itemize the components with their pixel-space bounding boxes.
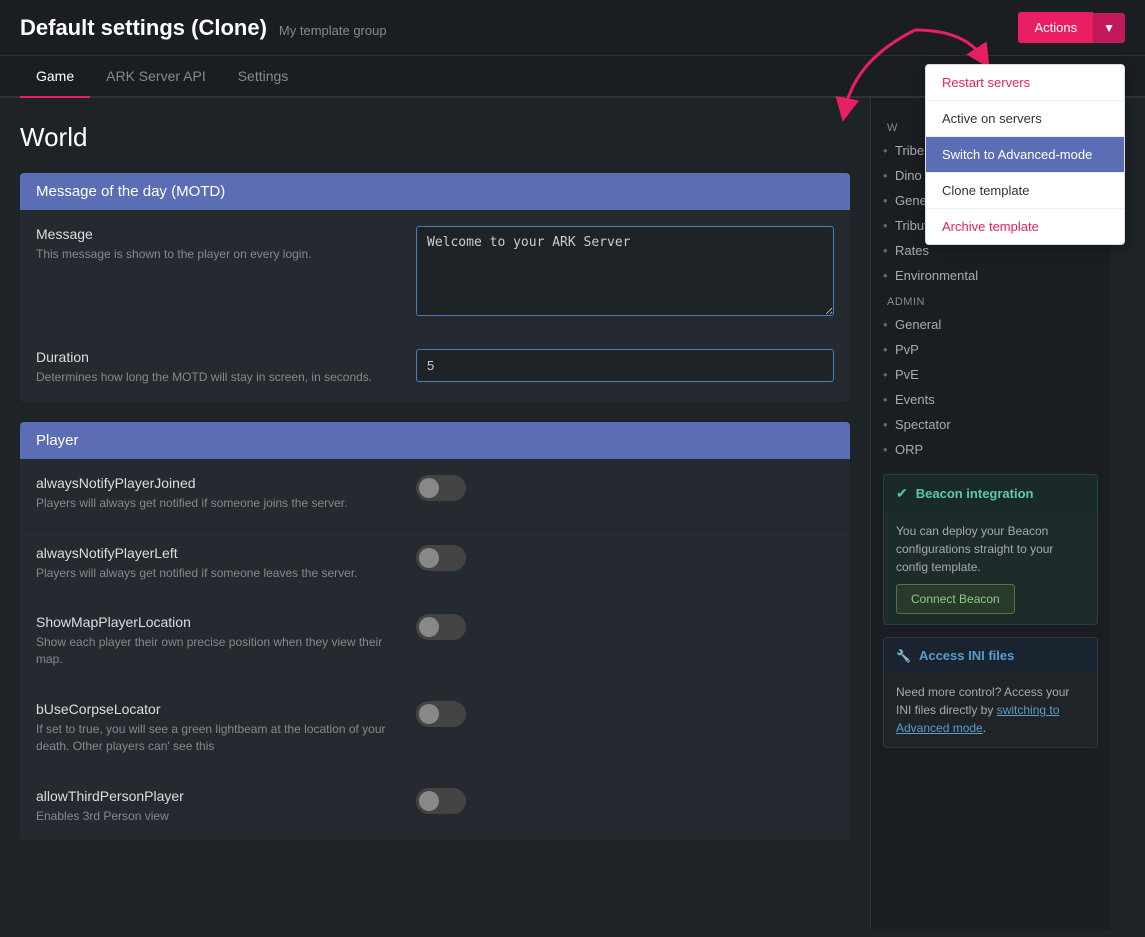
toggle-third-person[interactable] bbox=[416, 788, 466, 814]
field-notify-left-label-col: alwaysNotifyPlayerLeft Players will alwa… bbox=[36, 545, 416, 582]
beacon-card: ✔ Beacon integration You can deploy your… bbox=[883, 474, 1098, 625]
field-corpse-locator: bUseCorpseLocator If set to true, you wi… bbox=[20, 685, 850, 772]
beacon-check-icon: ✔ bbox=[896, 485, 908, 502]
field-third-person: allowThirdPersonPlayer Enables 3rd Perso… bbox=[20, 772, 850, 841]
ini-body-suffix: . bbox=[983, 721, 986, 735]
dropdown-item-restart[interactable]: Restart servers bbox=[926, 65, 1124, 101]
dropdown-menu: Restart servers Active on servers Switch… bbox=[925, 64, 1125, 245]
field-third-person-label: allowThirdPersonPlayer bbox=[36, 788, 396, 804]
field-duration-desc: Determines how long the MOTD will stay i… bbox=[36, 369, 396, 386]
beacon-card-title: Beacon integration bbox=[916, 486, 1034, 501]
field-message-label: Message bbox=[36, 226, 396, 242]
sidebar-item-general-admin[interactable]: General bbox=[871, 312, 1110, 337]
field-show-map-label-col: ShowMapPlayerLocation Show each player t… bbox=[36, 614, 416, 668]
actions-dropdown-arrow[interactable]: ▼ bbox=[1093, 13, 1125, 43]
field-notify-joined-desc: Players will always get notified if some… bbox=[36, 495, 396, 512]
sidebar-admin-section: Admin bbox=[871, 288, 1110, 312]
field-notify-joined: alwaysNotifyPlayerJoined Players will al… bbox=[20, 459, 850, 529]
tab-game[interactable]: Game bbox=[20, 56, 90, 98]
field-third-person-label-col: allowThirdPersonPlayer Enables 3rd Perso… bbox=[36, 788, 416, 825]
field-message-input-col: Welcome to your ARK Server bbox=[416, 226, 834, 316]
actions-button[interactable]: Actions bbox=[1018, 12, 1093, 43]
field-notify-joined-input-col bbox=[416, 475, 834, 501]
ini-card-body: Need more control? Access your INI files… bbox=[884, 673, 1097, 747]
toggle-notify-joined[interactable] bbox=[416, 475, 466, 501]
field-duration: Duration Determines how long the MOTD wi… bbox=[20, 333, 850, 402]
group-link[interactable]: My template group bbox=[279, 23, 387, 38]
main-content: World Message of the day (MOTD) Message … bbox=[0, 98, 870, 930]
field-notify-left-label: alwaysNotifyPlayerLeft bbox=[36, 545, 396, 561]
toggle-notify-left[interactable] bbox=[416, 545, 466, 571]
beacon-card-header: ✔ Beacon integration bbox=[884, 475, 1097, 512]
field-notify-left-input-col bbox=[416, 545, 834, 571]
tab-ark-api[interactable]: ARK Server API bbox=[90, 56, 222, 98]
dropdown-item-active[interactable]: Active on servers bbox=[926, 101, 1124, 137]
section-player-header: Player bbox=[20, 422, 850, 459]
field-message: Message This message is shown to the pla… bbox=[20, 210, 850, 333]
dropdown-item-archive[interactable]: Archive template bbox=[926, 209, 1124, 244]
page-header-title: Default settings (Clone) bbox=[20, 15, 267, 41]
field-message-label-col: Message This message is shown to the pla… bbox=[36, 226, 416, 263]
section-motd: Message of the day (MOTD) Message This m… bbox=[20, 173, 850, 402]
field-show-map-label: ShowMapPlayerLocation bbox=[36, 614, 396, 630]
field-corpse-desc: If set to true, you will see a green lig… bbox=[36, 721, 396, 755]
field-message-desc: This message is shown to the player on e… bbox=[36, 246, 396, 263]
sidebar-item-pvp[interactable]: PvP bbox=[871, 337, 1110, 362]
field-notify-left-desc: Players will always get notified if some… bbox=[36, 565, 396, 582]
ini-card: 🔧 Access INI files Need more control? Ac… bbox=[883, 637, 1098, 748]
sidebar-item-orp[interactable]: ORP bbox=[871, 437, 1110, 462]
section-player-body: alwaysNotifyPlayerJoined Players will al… bbox=[20, 459, 850, 841]
sidebar-item-events[interactable]: Events bbox=[871, 387, 1110, 412]
field-corpse-label-col: bUseCorpseLocator If set to true, you wi… bbox=[36, 701, 416, 755]
field-third-person-desc: Enables 3rd Person view bbox=[36, 808, 396, 825]
dropdown-item-clone[interactable]: Clone template bbox=[926, 173, 1124, 209]
field-duration-label-col: Duration Determines how long the MOTD wi… bbox=[36, 349, 416, 386]
ini-card-header: 🔧 Access INI files bbox=[884, 638, 1097, 673]
field-duration-label: Duration bbox=[36, 349, 396, 365]
beacon-card-body: You can deploy your Beacon configuration… bbox=[884, 512, 1097, 624]
field-show-map-input-col bbox=[416, 614, 834, 640]
toggle-corpse[interactable] bbox=[416, 701, 466, 727]
section-motd-body: Message This message is shown to the pla… bbox=[20, 210, 850, 402]
section-motd-header: Message of the day (MOTD) bbox=[20, 173, 850, 210]
sidebar-item-pve[interactable]: PvE bbox=[871, 362, 1110, 387]
dropdown-item-advanced[interactable]: Switch to Advanced-mode bbox=[926, 137, 1124, 173]
field-show-map-location: ShowMapPlayerLocation Show each player t… bbox=[20, 598, 850, 685]
field-show-map-desc: Show each player their own precise posit… bbox=[36, 634, 396, 668]
connect-beacon-button[interactable]: Connect Beacon bbox=[896, 584, 1015, 614]
field-corpse-input-col bbox=[416, 701, 834, 727]
header-actions: Actions ▼ Restart servers Active on serv… bbox=[1018, 12, 1125, 43]
section-player: Player alwaysNotifyPlayerJoined Players … bbox=[20, 422, 850, 841]
ini-card-title: Access INI files bbox=[919, 648, 1014, 663]
header: Default settings (Clone) My template gro… bbox=[0, 0, 1145, 56]
field-third-person-input-col bbox=[416, 788, 834, 814]
field-notify-joined-label: alwaysNotifyPlayerJoined bbox=[36, 475, 396, 491]
beacon-card-text: You can deploy your Beacon configuration… bbox=[896, 524, 1053, 574]
duration-input[interactable] bbox=[416, 349, 834, 382]
sidebar-item-environmental[interactable]: Environmental bbox=[871, 263, 1110, 288]
message-textarea[interactable]: Welcome to your ARK Server bbox=[416, 226, 834, 316]
wrench-icon: 🔧 bbox=[896, 649, 911, 663]
header-left: Default settings (Clone) My template gro… bbox=[20, 15, 387, 41]
sidebar-item-spectator[interactable]: Spectator bbox=[871, 412, 1110, 437]
field-notify-joined-label-col: alwaysNotifyPlayerJoined Players will al… bbox=[36, 475, 416, 512]
field-duration-input-col bbox=[416, 349, 834, 382]
page-title: World bbox=[20, 122, 850, 153]
tab-settings[interactable]: Settings bbox=[222, 56, 305, 98]
toggle-show-map[interactable] bbox=[416, 614, 466, 640]
field-corpse-label: bUseCorpseLocator bbox=[36, 701, 396, 717]
field-notify-left: alwaysNotifyPlayerLeft Players will alwa… bbox=[20, 529, 850, 599]
